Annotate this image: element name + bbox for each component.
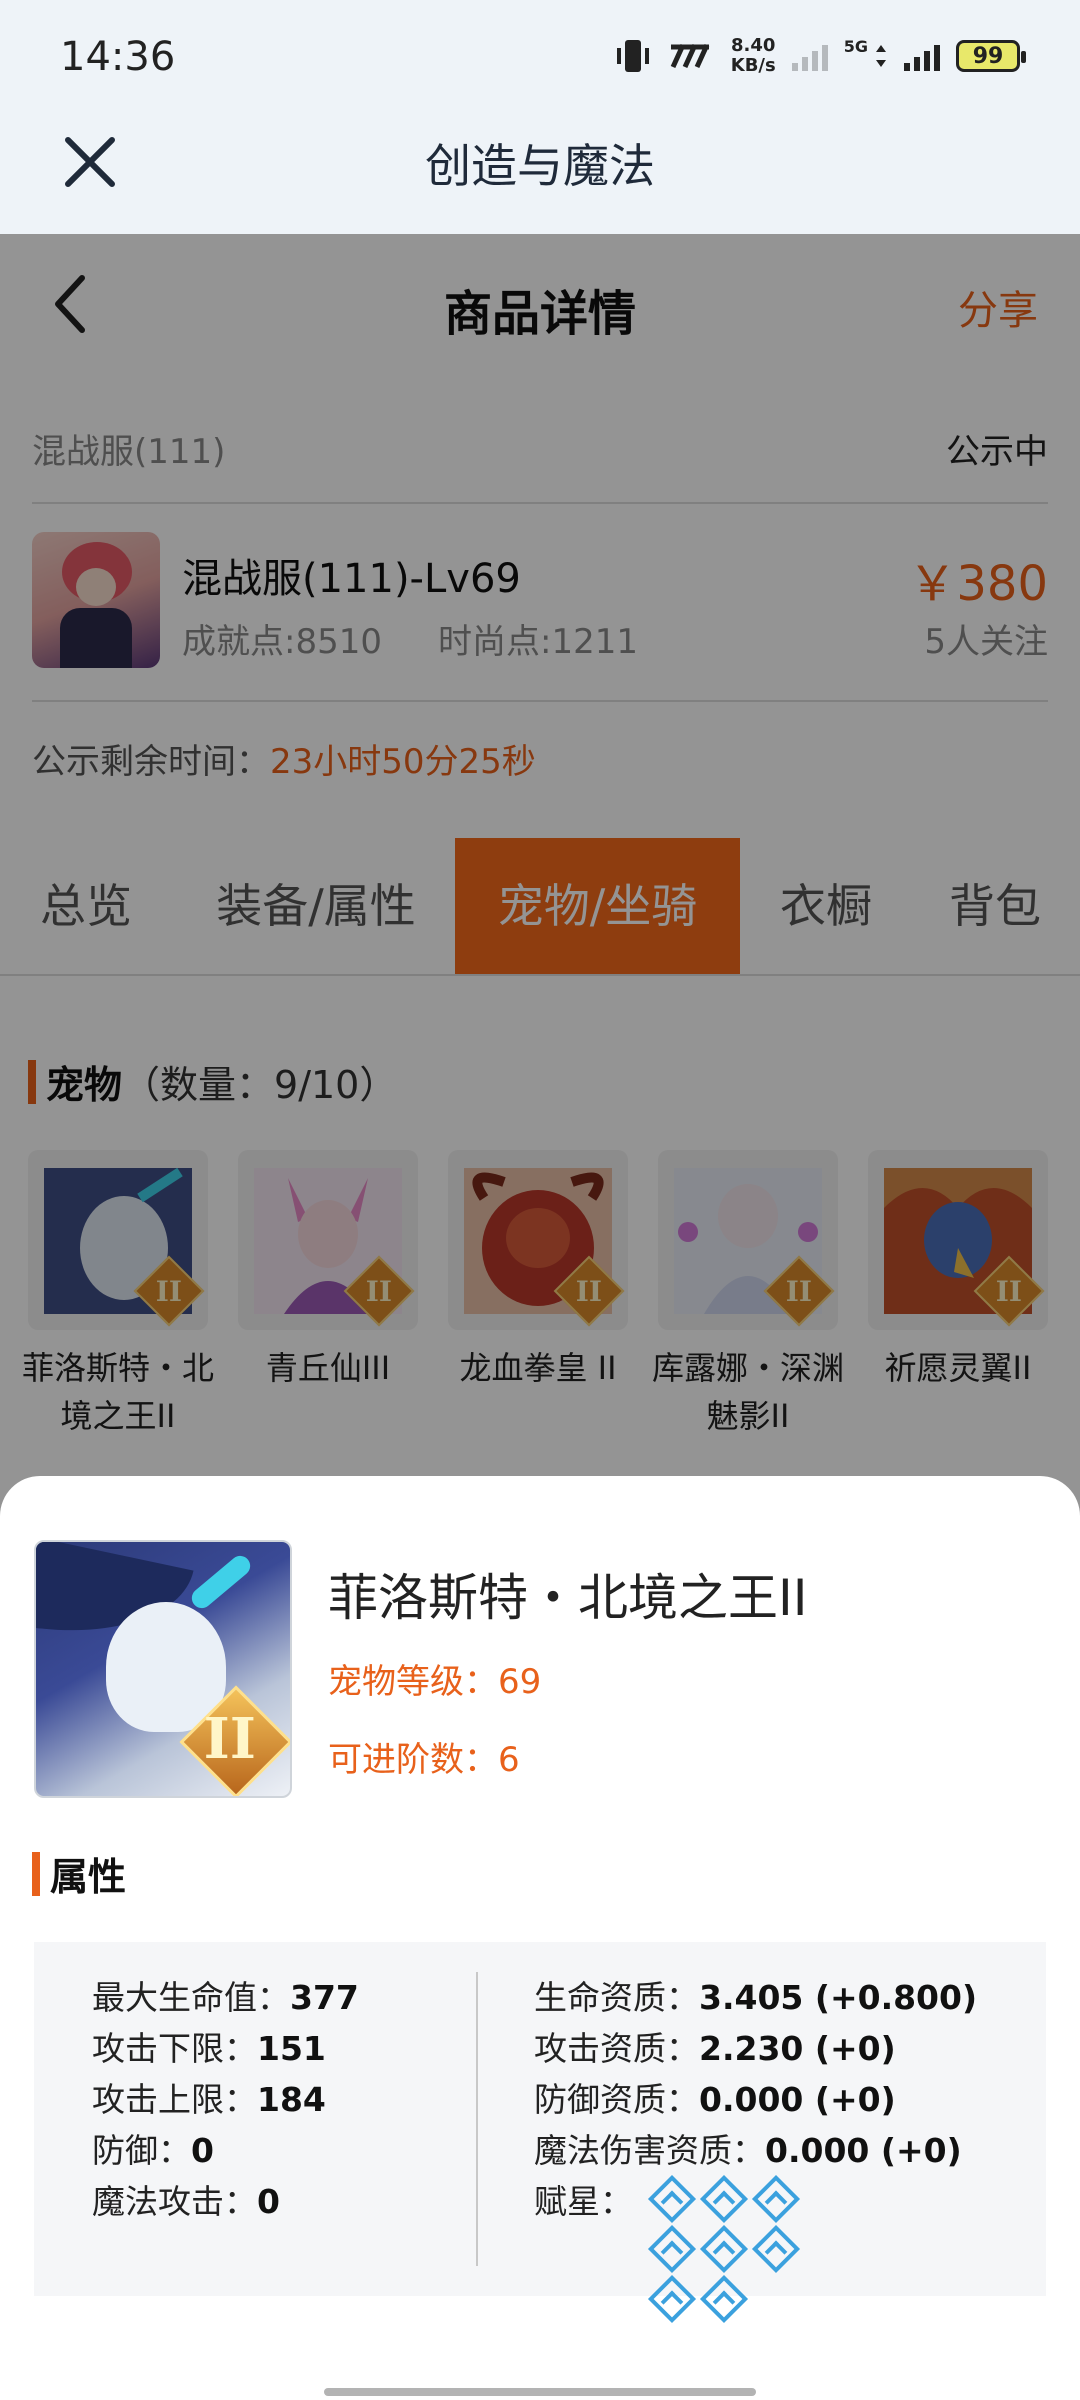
vibrate-icon — [616, 40, 649, 72]
pet-title: 菲洛斯特・北境之王II — [328, 1569, 808, 1627]
net-speed-unit: KB/s — [730, 55, 776, 76]
stat-row: 生命资质：3.405 (+0.800) — [534, 1978, 978, 2017]
star-icon — [647, 2224, 697, 2274]
pet-detail-sheet: II 菲洛斯特・北境之王II 宠物等级：69 可进阶数：6 属性 最大生命值：3… — [0, 1476, 1080, 2400]
status-icons: 8.40 KB/s 5G 99 — [613, 32, 1026, 80]
net-speed: 8.40 KB/s — [731, 36, 776, 76]
net-speed-value: 8.40 — [731, 35, 776, 56]
data-arrows-icon — [876, 45, 886, 67]
network-speed-icon — [670, 43, 710, 69]
attributes-panel: 最大生命值：377 攻击下限：151 攻击上限：184 防御：0 魔法攻击：0 … — [34, 1942, 1046, 2324]
signal-icon-sim1 — [791, 41, 828, 71]
star-icon — [647, 2174, 697, 2224]
attributes-title: 属性 — [50, 1855, 127, 1899]
star-icon — [751, 2174, 801, 2224]
status-bar: 14:36 8.40 KB/s 5G 99 — [0, 0, 1080, 116]
stat-row: 最大生命值：377 — [92, 1978, 359, 2017]
star-label: 赋星： — [534, 2182, 633, 2221]
star-icon — [647, 2274, 697, 2324]
divider — [476, 1972, 478, 2266]
stat-row: 攻击上限：184 — [92, 2080, 326, 2119]
pet-level: 宠物等级：69 — [328, 1662, 542, 1702]
attributes-header: 属性 — [32, 1846, 126, 1901]
star-rating — [646, 2174, 846, 2328]
star-icon — [751, 2224, 801, 2274]
pet-portrait: II — [34, 1540, 292, 1798]
section-accent — [32, 1851, 40, 1896]
network-type: 5G — [843, 36, 868, 56]
battery-level: 99 — [972, 43, 1004, 69]
stat-row: 防御：0 — [92, 2131, 214, 2170]
signal-icon-sim2 — [904, 41, 940, 71]
status-time: 14:36 — [60, 34, 176, 80]
star-icon — [699, 2274, 749, 2324]
app-title: 创造与魔法 — [425, 139, 655, 193]
star-icon — [699, 2224, 749, 2274]
app-header: 创造与魔法 — [0, 116, 1080, 234]
star-icon — [699, 2174, 749, 2224]
battery-icon: 99 — [956, 40, 1026, 72]
home-indicator[interactable] — [324, 2388, 756, 2396]
stat-row: 魔法攻击：0 — [92, 2182, 280, 2221]
stat-row: 防御资质：0.000 (+0) — [534, 2080, 896, 2119]
stat-row: 魔法伤害资质：0.000 (+0) — [534, 2131, 962, 2170]
pet-advance-count: 可进阶数：6 — [328, 1740, 520, 1780]
stat-row: 攻击资质：2.230 (+0) — [534, 2029, 896, 2068]
screen: 14:36 8.40 KB/s 5G 99 创造与魔法 商品详情 分享 混战服(… — [0, 0, 1080, 2400]
base-stats: 最大生命值：377 攻击下限：151 攻击上限：184 防御：0 魔法攻击：0 — [92, 1972, 359, 2227]
stat-row: 攻击下限：151 — [92, 2029, 326, 2068]
